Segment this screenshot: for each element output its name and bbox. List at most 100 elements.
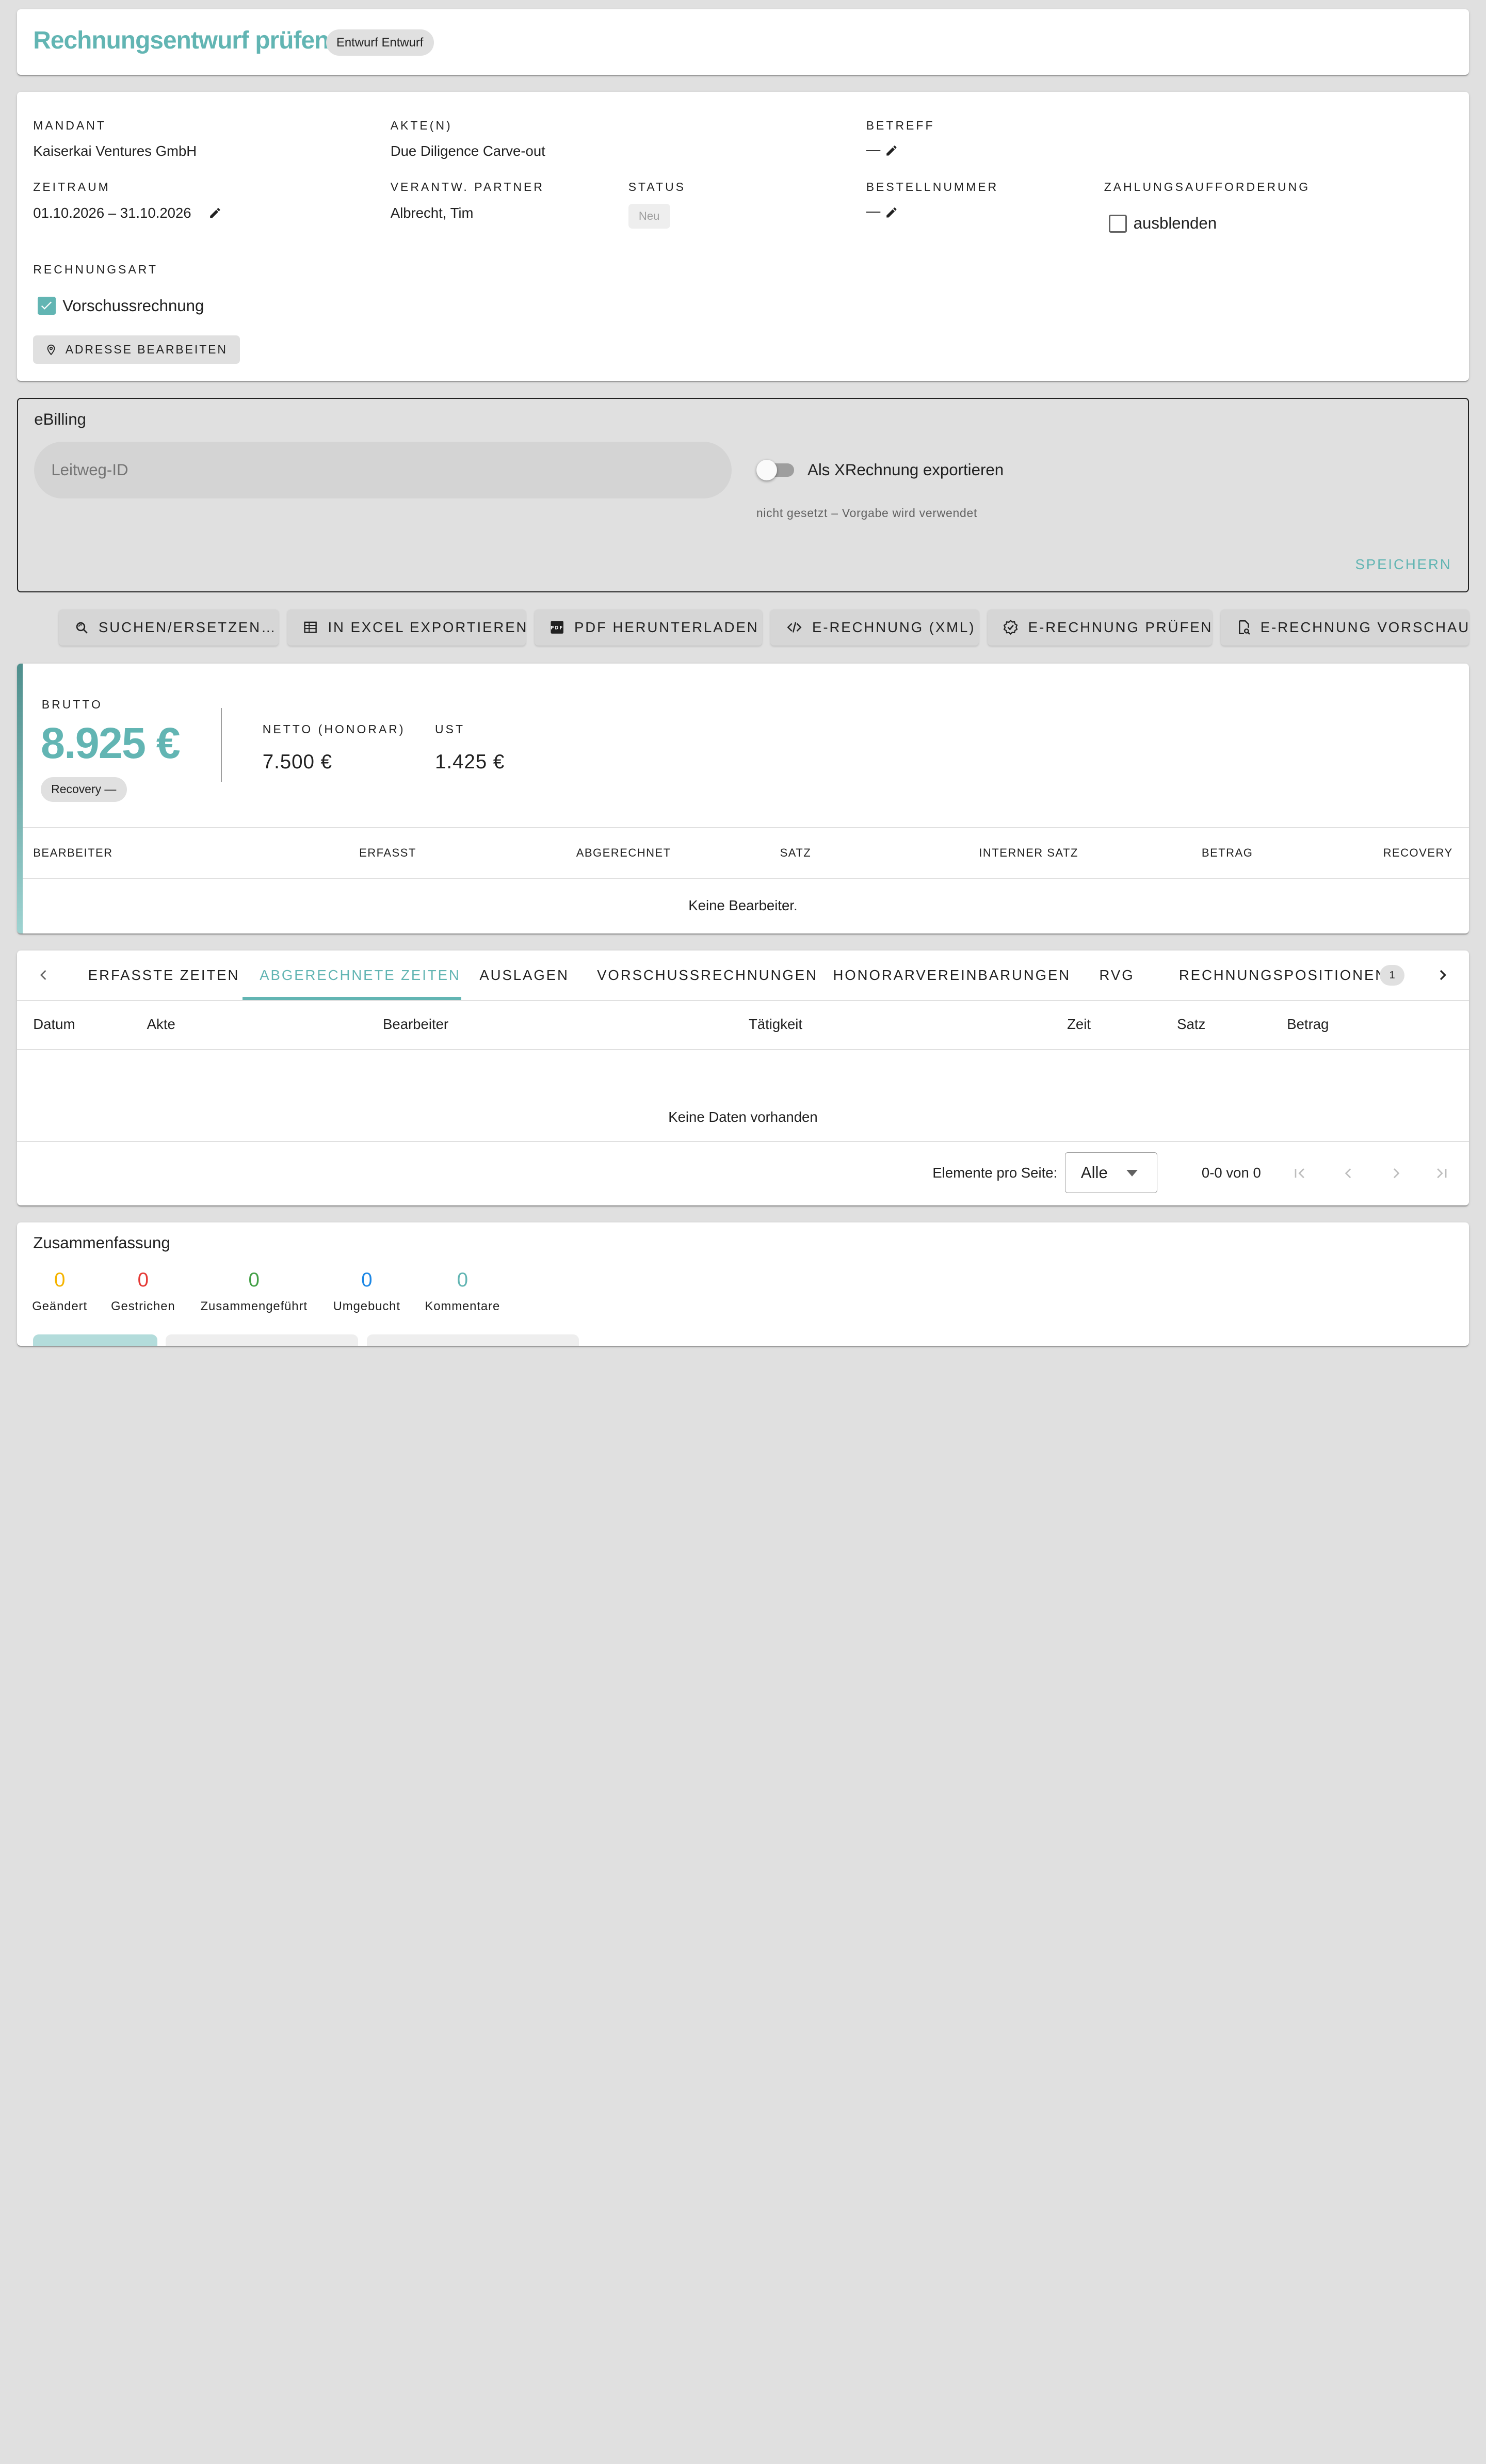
brutto-label: BRUTTO: [41, 697, 103, 711]
stat-umgebucht-label: Umgebucht: [333, 1299, 400, 1313]
e-invoice-preview-label: E-RECHNUNG VORSCHAU: [1260, 619, 1471, 635]
ust-value: 1.425 €: [435, 750, 505, 773]
time-entries-card: ERFASSTE ZEITEN ABGERECHNETE ZEITEN AUSL…: [17, 951, 1469, 1206]
vorschussrechnung-toggle[interactable]: Vorschussrechnung: [38, 297, 204, 315]
summary-card: Zusammenfassung 0 Geändert 0 Gestrichen …: [17, 1222, 1469, 1346]
tab-erfasste-zeiten[interactable]: ERFASSTE ZEITEN: [88, 951, 240, 1000]
tabs-scroll-left-icon[interactable]: [36, 967, 51, 984]
leitweg-id-input[interactable]: Leitweg-ID: [34, 442, 732, 499]
stat-kommentare-value: 0: [457, 1269, 469, 1292]
ust-label: UST: [435, 722, 465, 736]
dropdown-arrow-icon: [1126, 1170, 1138, 1177]
xrechnung-switch[interactable]: [756, 459, 795, 481]
last-page-icon[interactable]: [1433, 1166, 1450, 1181]
tabs-divider: [17, 1000, 1469, 1001]
totals-table-divider: [23, 827, 1469, 829]
status-label: STATUS: [628, 180, 686, 194]
excel-icon: [302, 620, 318, 635]
per-page-label: Elemente pro Seite:: [932, 1165, 1058, 1181]
ebilling-title: eBilling: [34, 410, 86, 429]
edit-address-label: ADRESSE BEARBEITEN: [65, 343, 228, 357]
per-page-select[interactable]: Alle: [1065, 1152, 1157, 1194]
totals-card: BRUTTO 8.925 € Recovery — NETTO (HONORAR…: [17, 663, 1469, 934]
next-page-icon[interactable]: [1387, 1166, 1404, 1181]
tab-rechnungspositionen[interactable]: RECHNUNGSPOSITIONEN: [1179, 951, 1387, 1000]
totals-divider: [220, 708, 222, 782]
partner-label: VERANTW. PARTNER: [390, 180, 545, 194]
col-abgerechnet[interactable]: ABGERECHNET: [576, 846, 671, 860]
summary-filter-chip-2[interactable]: [166, 1334, 359, 1346]
col-zeit[interactable]: Zeit: [1067, 1016, 1091, 1033]
recovery-chip: Recovery —: [40, 777, 127, 802]
summary-filter-chip-1[interactable]: [33, 1334, 157, 1346]
vorschussrechnung-label: Vorschussrechnung: [62, 296, 204, 315]
tab-vorschussrechnungen[interactable]: VORSCHUSSRECHNUNGEN: [597, 951, 818, 1000]
stat-gestrichen-label: Gestrichen: [111, 1299, 175, 1313]
netto-label: NETTO (HONORAR): [262, 722, 406, 736]
col-satz-zeiten[interactable]: Satz: [1177, 1016, 1205, 1033]
draft-badge: Entwurf Entwurf: [326, 29, 434, 56]
e-invoice-preview-button[interactable]: E-RECHNUNG VORSCHAU: [1220, 609, 1471, 646]
ebilling-panel: eBilling Leitweg-ID Als XRechnung export…: [17, 398, 1469, 592]
verified-badge-icon: [1003, 619, 1019, 635]
col-betrag-zeiten[interactable]: Betrag: [1287, 1016, 1329, 1033]
ausblenden-checkbox[interactable]: [1108, 214, 1127, 233]
col-erfasst[interactable]: ERFASST: [359, 846, 416, 860]
pdf-icon: PDF: [550, 620, 564, 635]
totals-header-divider: [23, 877, 1469, 879]
tab-abgerechnete-zeiten[interactable]: ABGERECHNETE ZEITEN: [260, 951, 461, 1000]
col-interner-satz[interactable]: INTERNER SATZ: [979, 846, 1078, 860]
tab-rvg[interactable]: RVG: [1100, 951, 1135, 1000]
stat-geaendert-value: 0: [54, 1269, 66, 1292]
tabs-scroll-right-icon[interactable]: [1435, 967, 1450, 984]
col-recovery[interactable]: RECOVERY: [1383, 846, 1453, 860]
pdf-download-label: PDF HERUNTERLADEN: [574, 619, 759, 635]
summary-filter-chip-3[interactable]: [366, 1334, 579, 1346]
col-akte[interactable]: Akte: [147, 1016, 175, 1033]
zeitraum-label: ZEITRAUM: [33, 180, 110, 194]
status-badge: Neu: [628, 203, 670, 229]
first-page-icon[interactable]: [1291, 1166, 1309, 1181]
akte-label: AKTE(N): [390, 118, 453, 132]
xrechnung-label: Als XRechnung exportieren: [807, 460, 1004, 479]
edit-bestellnummer-icon[interactable]: [885, 206, 898, 219]
netto-value: 7.500 €: [262, 750, 332, 773]
zahlungsaufforderung-label: ZAHLUNGSAUFFORDERUNG: [1104, 180, 1311, 194]
col-satz[interactable]: SATZ: [780, 846, 812, 860]
e-invoice-check-button[interactable]: E-RECHNUNG PRÜFEN: [987, 609, 1213, 646]
e-invoice-check-label: E-RECHNUNG PRÜFEN: [1028, 619, 1213, 635]
stat-zusammengefuehrt-value: 0: [248, 1269, 260, 1292]
pdf-download-button[interactable]: PDF PDF HERUNTERLADEN: [534, 609, 762, 646]
e-invoice-xml-button[interactable]: E-RECHNUNG (XML): [770, 609, 979, 646]
stat-kommentare-label: Kommentare: [425, 1299, 500, 1313]
vorschussrechnung-checkbox[interactable]: [38, 297, 56, 315]
document-preview-icon: [1236, 619, 1251, 636]
edit-betreff-icon[interactable]: [885, 144, 898, 157]
col-bearbeiter-zeiten[interactable]: Bearbeiter: [383, 1016, 448, 1033]
search-replace-button[interactable]: SUCHEN/ERSETZEN…: [58, 609, 279, 646]
akte-value: Due Diligence Carve-out: [390, 143, 545, 159]
col-datum[interactable]: Datum: [33, 1016, 75, 1033]
save-button[interactable]: SPEICHERN: [1355, 556, 1451, 573]
rechnungspositionen-count-badge: 1: [1380, 964, 1404, 986]
search-replace-label: SUCHEN/ERSETZEN…: [98, 619, 277, 635]
col-bearbeiter[interactable]: BEARBEITER: [33, 846, 112, 860]
betreff-label: BETREFF: [866, 118, 935, 132]
totals-accent-bar: [17, 663, 23, 934]
excel-export-button[interactable]: IN EXCEL EXPORTIEREN: [287, 609, 526, 646]
ausblenden-label: ausblenden: [1133, 214, 1217, 233]
col-taetigkeit[interactable]: Tätigkeit: [749, 1016, 802, 1033]
stat-zusammengefuehrt: 0 Zusammengeführt: [197, 1269, 311, 1314]
col-betrag[interactable]: BETRAG: [1202, 846, 1253, 860]
tab-honorarvereinbarungen[interactable]: HONORARVEREINBARUNGEN: [833, 951, 1071, 1000]
edit-zeitraum-icon[interactable]: [208, 206, 222, 220]
zahlungsaufforderung-toggle[interactable]: ausblenden: [1108, 214, 1217, 233]
table-header-divider: [17, 1049, 1469, 1051]
location-pin-icon: [45, 343, 57, 357]
tab-auslagen[interactable]: AUSLAGEN: [479, 951, 569, 1000]
summary-title: Zusammenfassung: [33, 1234, 170, 1252]
edit-address-button[interactable]: ADRESSE BEARBEITEN: [33, 335, 240, 364]
page: Rechnungsentwurf prüfen Entwurf Entwurf …: [0, 0, 1486, 2464]
previous-page-icon[interactable]: [1340, 1166, 1357, 1181]
excel-export-label: IN EXCEL EXPORTIEREN: [328, 619, 528, 635]
